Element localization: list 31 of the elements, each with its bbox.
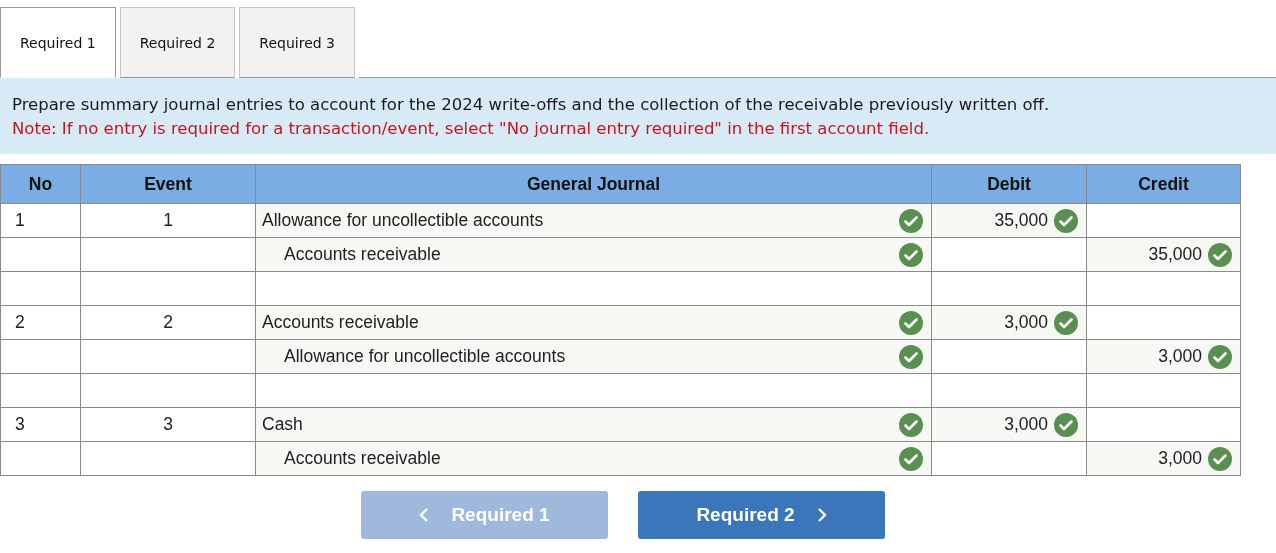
debit-field[interactable]: 35,000	[931, 203, 1087, 238]
tab[interactable]: Required 3	[239, 7, 355, 78]
chevron-right-icon	[816, 507, 827, 523]
table-cell: 1	[80, 203, 256, 238]
debit-field[interactable]: 3,000	[931, 305, 1087, 340]
credit-field[interactable]: 3,000	[1086, 441, 1241, 476]
tab[interactable]: Required 1	[0, 7, 116, 78]
table-cell: 3	[80, 407, 256, 442]
account-field[interactable]: Accounts receivable	[255, 305, 932, 340]
credit-field[interactable]: 35,000	[1086, 237, 1241, 272]
account-field[interactable]: Allowance for uncollectible accounts	[255, 203, 932, 238]
column-header: General Journal	[255, 164, 932, 204]
instruction-text: Prepare summary journal entries to account for the 2024 write-offs and the collection of the receivable previously written off.	[12, 94, 1051, 116]
tab[interactable]: Required 2	[119, 7, 236, 78]
column-header: Debit	[931, 164, 1087, 204]
chevron-left-icon	[419, 507, 430, 523]
note-text: Note: If no entry is required for a transaction/event, select "No journal entry required" in the first account field.	[12, 118, 931, 140]
account-field[interactable]: Allowance for uncollectible accounts	[255, 339, 932, 374]
debit-field[interactable]: 3,000	[931, 407, 1087, 442]
credit-field[interactable]: 3,000	[1086, 339, 1241, 374]
table-cell: 3	[0, 407, 81, 442]
table-cell: 1	[0, 203, 81, 238]
account-field[interactable]: Accounts receivable	[255, 237, 932, 272]
account-field[interactable]: Accounts receivable	[255, 441, 932, 476]
column-header: Credit	[1086, 164, 1241, 204]
table-cell: 2	[0, 305, 81, 340]
column-header: No	[0, 164, 81, 204]
next-button[interactable]: Required 2	[638, 491, 885, 539]
column-header: Event	[80, 164, 256, 204]
table-cell: 2	[80, 305, 256, 340]
account-field[interactable]: Cash	[255, 407, 932, 442]
